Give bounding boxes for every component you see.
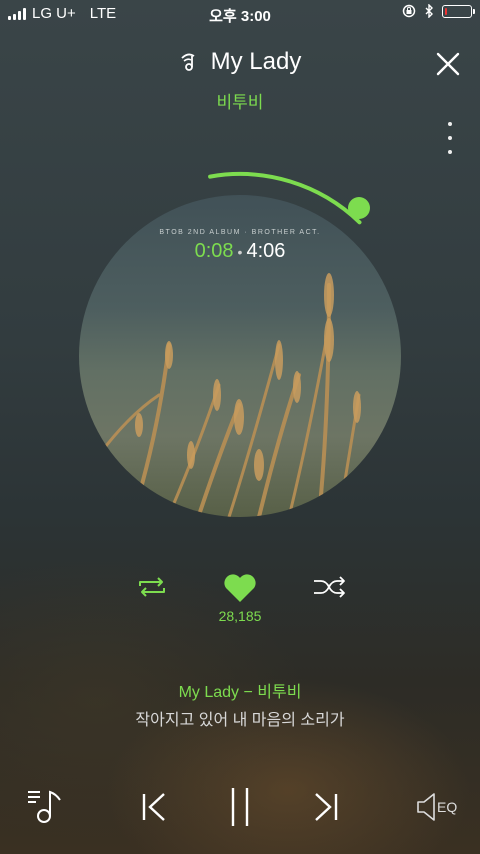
previous-icon[interactable] xyxy=(140,792,168,822)
artist-name[interactable]: 비투비 xyxy=(0,88,480,113)
playlist-icon[interactable] xyxy=(26,786,66,826)
playback-controls: EQ xyxy=(0,780,480,836)
shuffle-icon[interactable] xyxy=(312,576,346,598)
song-title-text: My Lady xyxy=(210,48,302,75)
album-caption: BTOB 2ND ALBUM · BROTHER ACT. xyxy=(159,229,321,236)
battery-level xyxy=(445,7,447,15)
time-display: 0:08 • 4:06 xyxy=(79,240,401,263)
music-note-icon xyxy=(181,53,195,71)
status-bar: LG U+ LTE 오후 3:00 xyxy=(0,0,480,28)
eq-label: EQ xyxy=(437,799,458,815)
rotation-lock-icon xyxy=(402,4,416,18)
lyrics-current-line[interactable]: 작아지고 있어 내 마음의 소리가 xyxy=(0,706,480,730)
eq-icon xyxy=(417,793,435,821)
like-count: 28,185 xyxy=(218,608,262,624)
more-vertical-icon[interactable] xyxy=(440,122,460,154)
song-title: My Lady xyxy=(179,48,302,76)
close-icon[interactable] xyxy=(434,50,462,78)
time-separator: • xyxy=(237,243,243,260)
total-time: 4:06 xyxy=(246,240,286,262)
eq-button[interactable]: EQ xyxy=(416,792,457,822)
next-icon[interactable] xyxy=(312,792,340,822)
repeat-icon[interactable] xyxy=(136,576,168,598)
current-time: 0:08 xyxy=(194,240,234,262)
bluetooth-icon xyxy=(425,4,433,18)
title-row: My Lady xyxy=(0,48,480,78)
action-row: 28,185 xyxy=(0,570,480,630)
pause-icon[interactable] xyxy=(228,786,252,828)
heart-icon[interactable] xyxy=(222,572,258,604)
status-right xyxy=(402,4,475,18)
battery-icon xyxy=(442,4,475,18)
lyrics-title[interactable]: My Lady − 비투비 xyxy=(0,678,480,702)
album-art: BTOB 2ND ALBUM · BROTHER ACT. 0:08 • 4:06 xyxy=(79,195,401,517)
album-disc-area: BTOB 2ND ALBUM · BROTHER ACT. 0:08 • 4:06 xyxy=(79,172,401,517)
